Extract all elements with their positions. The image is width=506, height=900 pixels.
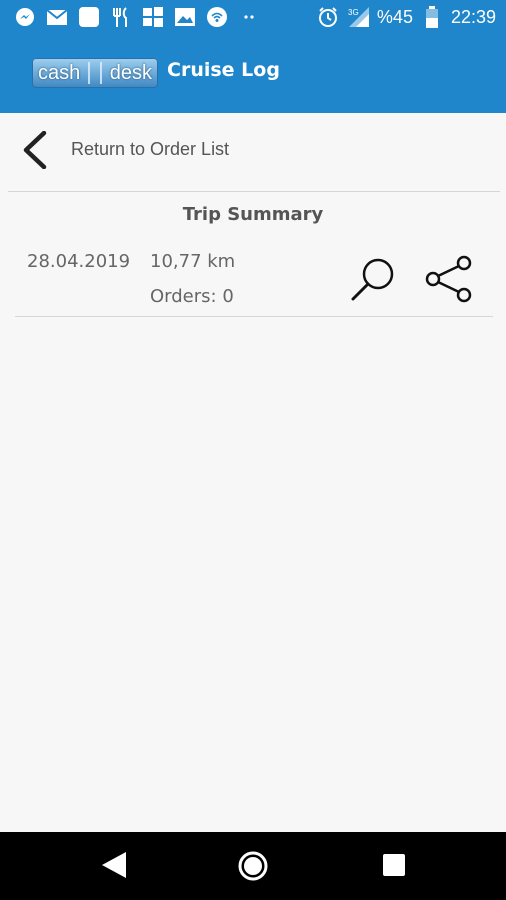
messenger-icon bbox=[14, 6, 36, 28]
cashdesk-logo: cash desk bbox=[32, 58, 158, 88]
svg-text:3G: 3G bbox=[348, 8, 359, 17]
app-bar: cash desk Cruise Log bbox=[0, 36, 506, 113]
system-navigation-bar bbox=[0, 832, 506, 900]
share-icon[interactable] bbox=[425, 255, 475, 305]
more-dots-icon bbox=[238, 6, 260, 28]
signal-icon: 3G bbox=[347, 6, 369, 28]
clock: 22:39 bbox=[450, 6, 496, 27]
square-recents-icon[interactable] bbox=[383, 854, 405, 876]
return-to-order-list-button[interactable]: Return to Order List bbox=[0, 113, 506, 191]
gmail-icon bbox=[46, 6, 68, 28]
battery-percent: %45 bbox=[376, 6, 413, 27]
system-status: 3G %45 22:39 bbox=[317, 6, 496, 28]
trip-orders-count: Orders: 0 bbox=[150, 286, 234, 307]
triangle-back-icon[interactable] bbox=[100, 850, 128, 880]
circle-home-icon[interactable] bbox=[237, 850, 269, 882]
battery-icon bbox=[421, 6, 443, 28]
trip-summary-title: Trip Summary bbox=[182, 204, 324, 225]
nav-recents-button[interactable] bbox=[383, 854, 405, 876]
nav-home-button[interactable] bbox=[237, 850, 269, 882]
app-square-icon bbox=[78, 6, 100, 28]
restaurant-icon bbox=[110, 6, 132, 28]
logo-text-right: desk bbox=[109, 61, 152, 84]
return-label[interactable]: Return to Order List bbox=[71, 139, 229, 160]
logo-separator bbox=[88, 62, 102, 84]
windows-icon bbox=[142, 6, 164, 28]
status-bar: 3G %45 22:39 bbox=[0, 0, 506, 36]
search-icon[interactable] bbox=[350, 256, 400, 306]
image-icon bbox=[174, 6, 196, 28]
notification-icons bbox=[14, 6, 260, 28]
trip-date: 28.04.2019 bbox=[27, 251, 131, 272]
divider bbox=[15, 316, 493, 317]
divider bbox=[8, 191, 500, 192]
alarm-icon bbox=[317, 6, 339, 28]
trip-distance: 10,77 km bbox=[150, 251, 236, 272]
app-title: Cruise Log bbox=[167, 59, 280, 81]
nav-back-button[interactable] bbox=[100, 850, 128, 880]
wifi-app-icon bbox=[206, 6, 228, 28]
logo-text-left: cash bbox=[38, 61, 81, 84]
chevron-left-icon[interactable] bbox=[18, 130, 52, 170]
share-trip-button[interactable] bbox=[425, 255, 475, 305]
view-trip-button[interactable] bbox=[350, 256, 400, 306]
